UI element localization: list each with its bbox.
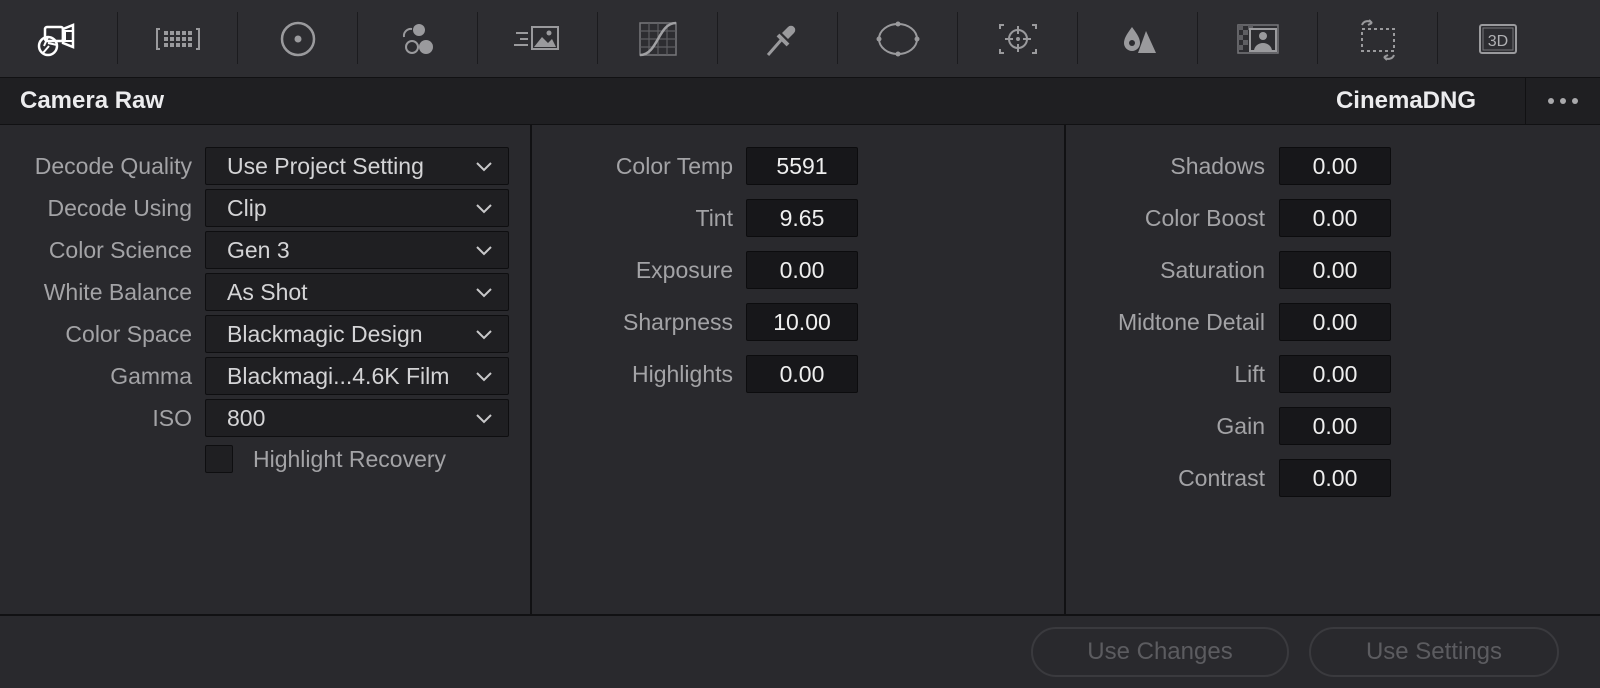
sharpness-label: Sharpness [623,309,733,335]
white-balance-dropdown[interactable]: As Shot [205,273,509,311]
lift-field[interactable]: 0.00 [1279,355,1391,393]
shadows-field[interactable]: 0.00 [1279,147,1391,185]
tint-label: Tint [695,205,734,231]
highlights-label: Highlights [632,361,733,387]
hdr-palette-icon [402,23,433,54]
color-science-label: Color Science [48,237,192,263]
contrast-field[interactable]: 0.00 [1279,459,1391,497]
exposure-field[interactable]: 0.00 [746,251,858,289]
chevron-down-icon [476,204,492,214]
qualifier-eyedropper-icon [766,25,796,56]
color-temp-field[interactable]: 5591 [746,147,858,185]
iso-row: ISO [0,399,192,437]
chevron-down-icon [476,330,492,340]
decode-quality-dropdown[interactable]: Use Project Setting [205,147,509,185]
shadows-label: Shadows [1170,153,1265,179]
chevron-down-icon [476,288,492,298]
qualifier-tab[interactable] [718,0,838,77]
column-divider [530,125,532,615]
raw-format-label: CinemaDNG [1335,87,1476,114]
gamma-row: Gamma [0,357,192,395]
saturation-field[interactable]: 0.00 [1279,251,1391,289]
color-temp-label: Color Temp [615,153,733,179]
camera-raw-icon [37,22,75,56]
tracker-icon [999,23,1037,54]
gamma-dropdown[interactable]: Blackmagi...4.6K Film [205,357,509,395]
more-options-icon[interactable] [1526,78,1600,124]
sizing-icon [1361,18,1395,61]
window-power-icon [876,21,920,56]
curves-tab[interactable] [598,0,718,77]
3d-icon: 3D [1479,23,1517,54]
key-icon [1237,23,1279,54]
sharpness-field[interactable]: 10.00 [746,303,858,341]
contrast-label: Contrast [1178,465,1265,491]
curves-icon [639,21,677,56]
motion-effects-icon [514,25,559,50]
column-divider [1064,125,1066,615]
white-balance-row: White Balance [0,273,192,311]
palette-header: Camera Raw CinemaDNG [0,78,1600,125]
gain-field[interactable]: 0.00 [1279,407,1391,445]
saturation-label: Saturation [1160,257,1265,283]
color-wheels-tab[interactable] [238,0,358,77]
color-boost-field[interactable]: 0.00 [1279,199,1391,237]
highlights-field[interactable]: 0.00 [746,355,858,393]
midtone-detail-field[interactable]: 0.00 [1279,303,1391,341]
highlight-recovery-checkbox[interactable] [205,445,233,473]
chevron-down-icon [476,162,492,172]
chevron-down-icon [476,414,492,424]
iso-dropdown[interactable]: 800 [205,399,509,437]
key-tab[interactable] [1198,0,1318,77]
window-tab[interactable] [838,0,958,77]
iso-label: ISO [152,405,192,431]
highlight-recovery-label: Highlight Recovery [253,446,447,472]
white-balance-label: White Balance [43,279,192,305]
color-boost-label: Color Boost [1144,205,1265,231]
color-space-label: Color Space [65,321,192,347]
color-space-row: Color Space [0,315,192,353]
sizing-tab[interactable] [1318,0,1438,77]
decode-quality-row: Decode Quality [0,147,192,185]
3d-tab[interactable]: 3D [1438,0,1558,77]
midtone-detail-label: Midtone Detail [1117,309,1265,335]
chevron-down-icon [476,246,492,256]
hdr-palette-tab[interactable] [358,0,478,77]
decode-using-label: Decode Using [47,195,192,221]
palette-toolbar: 3D [0,0,1600,78]
lift-label: Lift [1234,361,1265,387]
svg-text:3D: 3D [1488,33,1508,50]
camera-raw-tab[interactable] [0,0,118,77]
chevron-down-icon [476,372,492,382]
tint-field[interactable]: 9.65 [746,199,858,237]
use-changes-button[interactable]: Use Changes [1031,627,1289,677]
blur-tab[interactable] [1078,0,1198,77]
color-science-row: Color Science [0,231,192,269]
palette-title: Camera Raw [20,87,165,114]
use-settings-button[interactable]: Use Settings [1309,627,1559,677]
color-match-tab[interactable] [118,0,238,77]
motion-effects-tab[interactable] [478,0,598,77]
color-space-dropdown[interactable]: Blackmagic Design [205,315,509,353]
color-wheels-icon [280,21,316,56]
tracker-tab[interactable] [958,0,1078,77]
gain-label: Gain [1216,413,1265,439]
decode-using-row: Decode Using [0,189,192,227]
blur-icon [1124,26,1156,53]
gamma-label: Gamma [110,363,192,389]
decode-quality-label: Decode Quality [34,153,192,179]
color-match-icon [156,27,200,50]
exposure-label: Exposure [635,257,733,283]
decode-using-dropdown[interactable]: Clip [205,189,509,227]
color-science-dropdown[interactable]: Gen 3 [205,231,509,269]
footer-divider [0,614,1600,616]
